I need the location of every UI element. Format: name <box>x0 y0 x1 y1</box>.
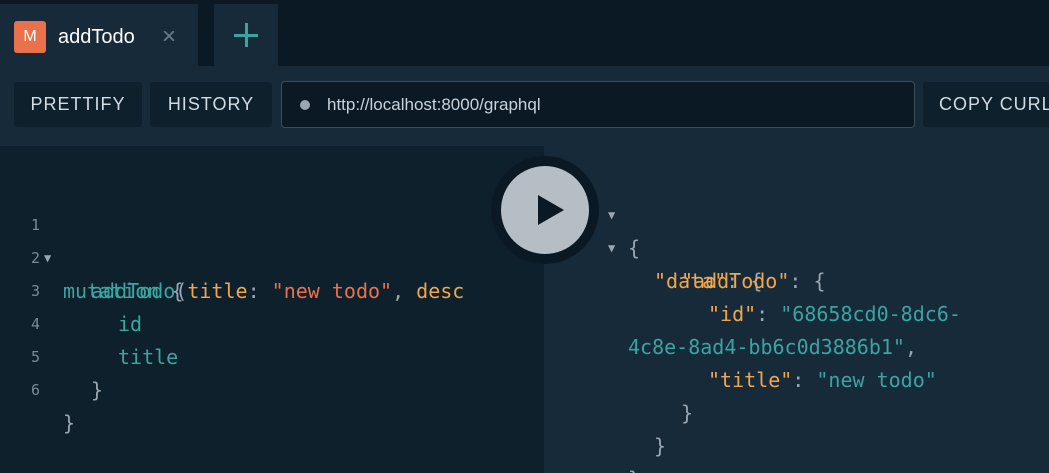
close-brace: } <box>63 411 76 435</box>
close-brace: } <box>91 378 104 402</box>
tab-addtodo[interactable]: M addTodo × <box>0 4 198 66</box>
query-editor[interactable]: 1 ▼ mutation { 2 addTodo(title: "new tod… <box>0 146 544 473</box>
editor-line: 1 ▼ mutation { <box>0 176 544 303</box>
editor-line: 3 id <box>0 242 544 336</box>
tab-title: addTodo <box>58 26 135 48</box>
result-line: "addTodo": { <box>544 232 1049 293</box>
history-button[interactable]: HISTORY <box>150 82 272 127</box>
status-dot-icon <box>300 100 310 110</box>
result-viewer: ▼ { ▼ "data": { "addTodo": { "id": "6865… <box>544 146 1049 473</box>
result-line: "id": "68658cd0-8dc6- <box>544 265 1049 326</box>
toolbar: PRETTIFY HISTORY http://localhost:8000/g… <box>0 66 1049 146</box>
add-tab-button[interactable] <box>214 4 278 66</box>
result-line: } <box>544 397 1049 458</box>
execute-query-button[interactable] <box>491 156 599 264</box>
editor-line: 5 } <box>0 308 544 402</box>
prettify-button[interactable]: PRETTIFY <box>14 82 142 127</box>
play-icon <box>538 195 564 225</box>
line-number: 6 <box>30 381 40 399</box>
plus-icon <box>232 21 260 49</box>
result-line: 4c8e-8ad4-bb6c0d3886b1", <box>544 298 1049 359</box>
endpoint-url-text: http://localhost:8000/graphql <box>327 95 541 114</box>
tab-bar: M addTodo × <box>0 0 1049 66</box>
result-line: ▼ "data": { <box>544 199 1049 293</box>
editor-line: 2 addTodo(title: "new todo", desc <box>0 209 544 303</box>
close-brace: } <box>628 463 640 473</box>
copy-curl-button[interactable]: COPY CURL <box>923 82 1049 127</box>
close-icon[interactable]: × <box>162 22 176 52</box>
result-line: } <box>544 364 1049 425</box>
editor-line: 6 } <box>0 341 544 435</box>
result-line: ▼ { <box>544 166 1049 260</box>
result-line: } <box>544 430 1049 473</box>
editor-line: 4 title <box>0 275 544 369</box>
mutation-badge: M <box>14 21 46 53</box>
endpoint-url-input[interactable]: http://localhost:8000/graphql <box>281 81 915 128</box>
execute-button-face <box>501 166 589 254</box>
result-line: "title": "new todo" <box>544 331 1049 392</box>
